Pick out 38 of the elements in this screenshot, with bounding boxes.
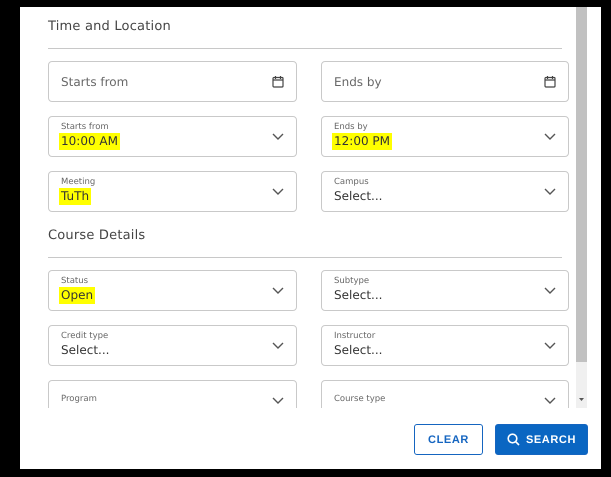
chevron-down-icon — [544, 188, 556, 196]
chevron-down-icon — [544, 132, 556, 140]
field-value: 10:00 AM — [59, 132, 120, 150]
search-icon — [506, 433, 520, 446]
date-field[interactable]: Starts from — [48, 61, 297, 102]
field-value: Select... — [333, 286, 384, 304]
select-dropdown[interactable]: Credit type Select... — [48, 325, 297, 366]
chevron-down-icon — [272, 286, 284, 294]
scroll-down-icon[interactable] — [579, 398, 584, 401]
search-button[interactable]: SEARCH — [494, 424, 588, 455]
clear-button[interactable]: CLEAR — [414, 424, 483, 455]
select-dropdown[interactable]: Course type — [321, 380, 569, 408]
section-title: Course Details — [48, 227, 146, 245]
section-title: Time and Location — [48, 18, 172, 36]
field-value: Select... — [333, 342, 384, 358]
select-dropdown[interactable]: Status Open — [48, 270, 297, 311]
select-dropdown[interactable]: Program — [48, 380, 297, 408]
field-value: Open — [59, 286, 96, 304]
chevron-down-icon — [272, 132, 284, 140]
field-value: TuTh — [59, 188, 92, 204]
select-dropdown[interactable]: Meeting TuTh — [48, 171, 297, 212]
select-dropdown[interactable]: Instructor Select... — [321, 325, 569, 366]
chevron-down-icon — [544, 286, 556, 294]
date-field[interactable]: Ends by — [321, 61, 569, 102]
chevron-down-icon — [272, 188, 284, 196]
calendar-icon — [272, 75, 284, 88]
chevron-down-icon — [272, 396, 284, 404]
select-dropdown[interactable]: Campus Select... — [321, 171, 569, 212]
select-dropdown[interactable]: Subtype Select... — [321, 270, 569, 311]
chevron-down-icon — [272, 342, 284, 350]
chevron-down-icon — [544, 396, 556, 404]
calendar-icon — [544, 75, 556, 88]
field-value: Select... — [60, 342, 110, 358]
chevron-down-icon — [544, 342, 556, 350]
select-dropdown[interactable]: Ends by 12:00 PM — [321, 116, 569, 157]
select-dropdown[interactable]: Starts from 10:00 AM — [48, 116, 297, 157]
field-value: Select... — [333, 188, 384, 204]
field-value: 12:00 PM — [332, 132, 392, 150]
